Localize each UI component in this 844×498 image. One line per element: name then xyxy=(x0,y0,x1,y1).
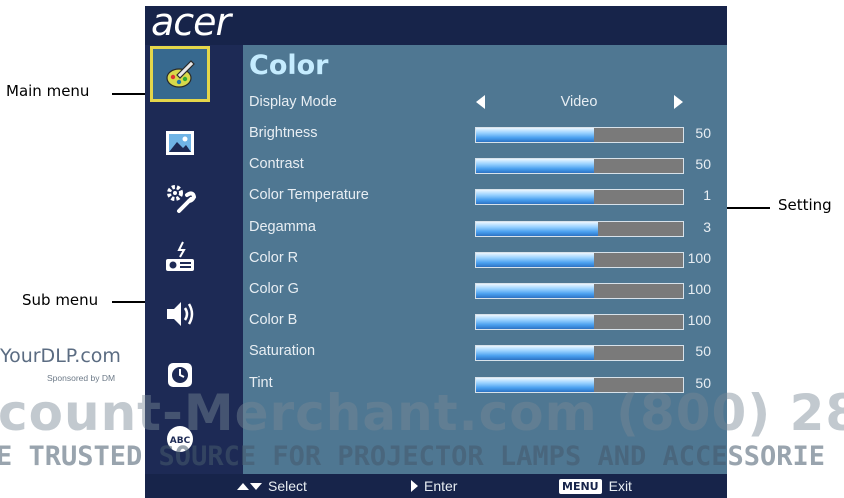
watermark-site-logo: YourDLP.com xyxy=(0,345,121,367)
svg-text:ABC: ABC xyxy=(170,436,191,446)
color-palette-icon xyxy=(166,60,195,88)
setting-row[interactable]: Color B 100 xyxy=(145,308,727,338)
main-menu-callout: Main menu xyxy=(6,82,90,100)
exit-hint: MENU Exit xyxy=(559,477,632,495)
setting-slider[interactable] xyxy=(475,251,684,268)
setting-slider-fill xyxy=(476,252,594,267)
up-arrow-icon xyxy=(237,482,249,490)
setting-slider[interactable] xyxy=(475,189,684,206)
setting-row[interactable]: Saturation 50 xyxy=(145,339,727,369)
menu-key-badge: MENU xyxy=(559,478,602,494)
setting-callout: Setting xyxy=(778,196,832,214)
setting-label: Degamma xyxy=(249,218,316,235)
setting-slider[interactable] xyxy=(475,345,684,362)
setting-row[interactable]: Contrast 50 xyxy=(145,152,727,182)
setting-slider-fill xyxy=(476,284,594,298)
down-arrow-icon xyxy=(250,482,262,490)
mode-right-arrow-icon[interactable] xyxy=(674,95,683,109)
setting-value: 100 xyxy=(687,281,711,297)
setting-label: Color B xyxy=(249,312,298,329)
select-hint-label: Select xyxy=(268,478,307,494)
osd-hint-bar: Select Enter MENU Exit xyxy=(145,474,727,498)
setting-row[interactable]: Tint 50 xyxy=(145,371,727,401)
setting-label: Color Temperature xyxy=(249,187,369,204)
display-mode-value: Video xyxy=(560,94,598,110)
exit-hint-label: Exit xyxy=(608,478,632,494)
setting-value: 50 xyxy=(695,156,711,173)
setting-row[interactable]: Color Temperature 1 xyxy=(145,183,727,213)
setting-label: Color G xyxy=(249,281,299,297)
enter-hint: Enter xyxy=(411,477,457,495)
setting-row[interactable]: Color R 100 xyxy=(145,246,727,276)
acer-logo: acer xyxy=(151,6,231,44)
setting-slider-fill xyxy=(476,315,594,330)
setting-value: 1 xyxy=(703,187,711,204)
osd-title-bar: acer xyxy=(145,6,727,45)
setting-label: Color R xyxy=(249,249,299,266)
setting-value: 50 xyxy=(695,343,711,360)
setting-slider-fill xyxy=(476,377,594,392)
setting-slider-fill xyxy=(476,159,594,174)
mode-left-arrow-icon[interactable] xyxy=(476,95,485,109)
setting-slider[interactable] xyxy=(475,158,684,175)
setting-slider[interactable] xyxy=(475,220,684,237)
setting-label: Brightness xyxy=(249,125,318,141)
language-abc-icon: ABC xyxy=(167,426,193,452)
submenu-title: Color xyxy=(249,50,329,81)
setting-value: 50 xyxy=(695,374,711,391)
setting-value: 100 xyxy=(687,249,711,266)
setting-value: 3 xyxy=(703,218,711,235)
setting-slider[interactable] xyxy=(475,283,684,299)
enter-arrow-icon xyxy=(411,480,418,492)
setting-label: Tint xyxy=(249,374,273,391)
setting-value: 50 xyxy=(695,125,711,141)
display-mode-label: Display Mode xyxy=(249,94,337,110)
setting-slider-fill xyxy=(476,190,594,205)
setting-slider-fill xyxy=(476,346,594,361)
setting-slider[interactable] xyxy=(475,376,684,393)
setting-label: Contrast xyxy=(249,156,304,173)
setting-row[interactable]: Degamma 3 xyxy=(145,215,727,245)
sub-menu-callout: Sub menu xyxy=(22,291,99,309)
watermark-sponsor: Sponsored by DM xyxy=(47,373,116,383)
select-hint: Select xyxy=(237,477,307,495)
setting-slider-fill xyxy=(476,128,594,142)
osd-menu: acer ABC Color Display Mode Video Bright… xyxy=(145,6,727,498)
setting-row[interactable]: Brightness 50 xyxy=(145,121,727,151)
setting-label: Saturation xyxy=(249,343,316,360)
enter-hint-label: Enter xyxy=(424,478,458,494)
main-menu-item-language[interactable]: ABC xyxy=(151,415,209,463)
setting-value: 100 xyxy=(687,312,711,329)
setting-slider[interactable] xyxy=(475,127,684,143)
setting-slider-fill xyxy=(476,221,599,236)
display-mode-row[interactable]: Display Mode Video xyxy=(145,90,727,120)
setting-row[interactable]: Color G 100 xyxy=(145,277,727,307)
setting-slider[interactable] xyxy=(475,314,684,331)
